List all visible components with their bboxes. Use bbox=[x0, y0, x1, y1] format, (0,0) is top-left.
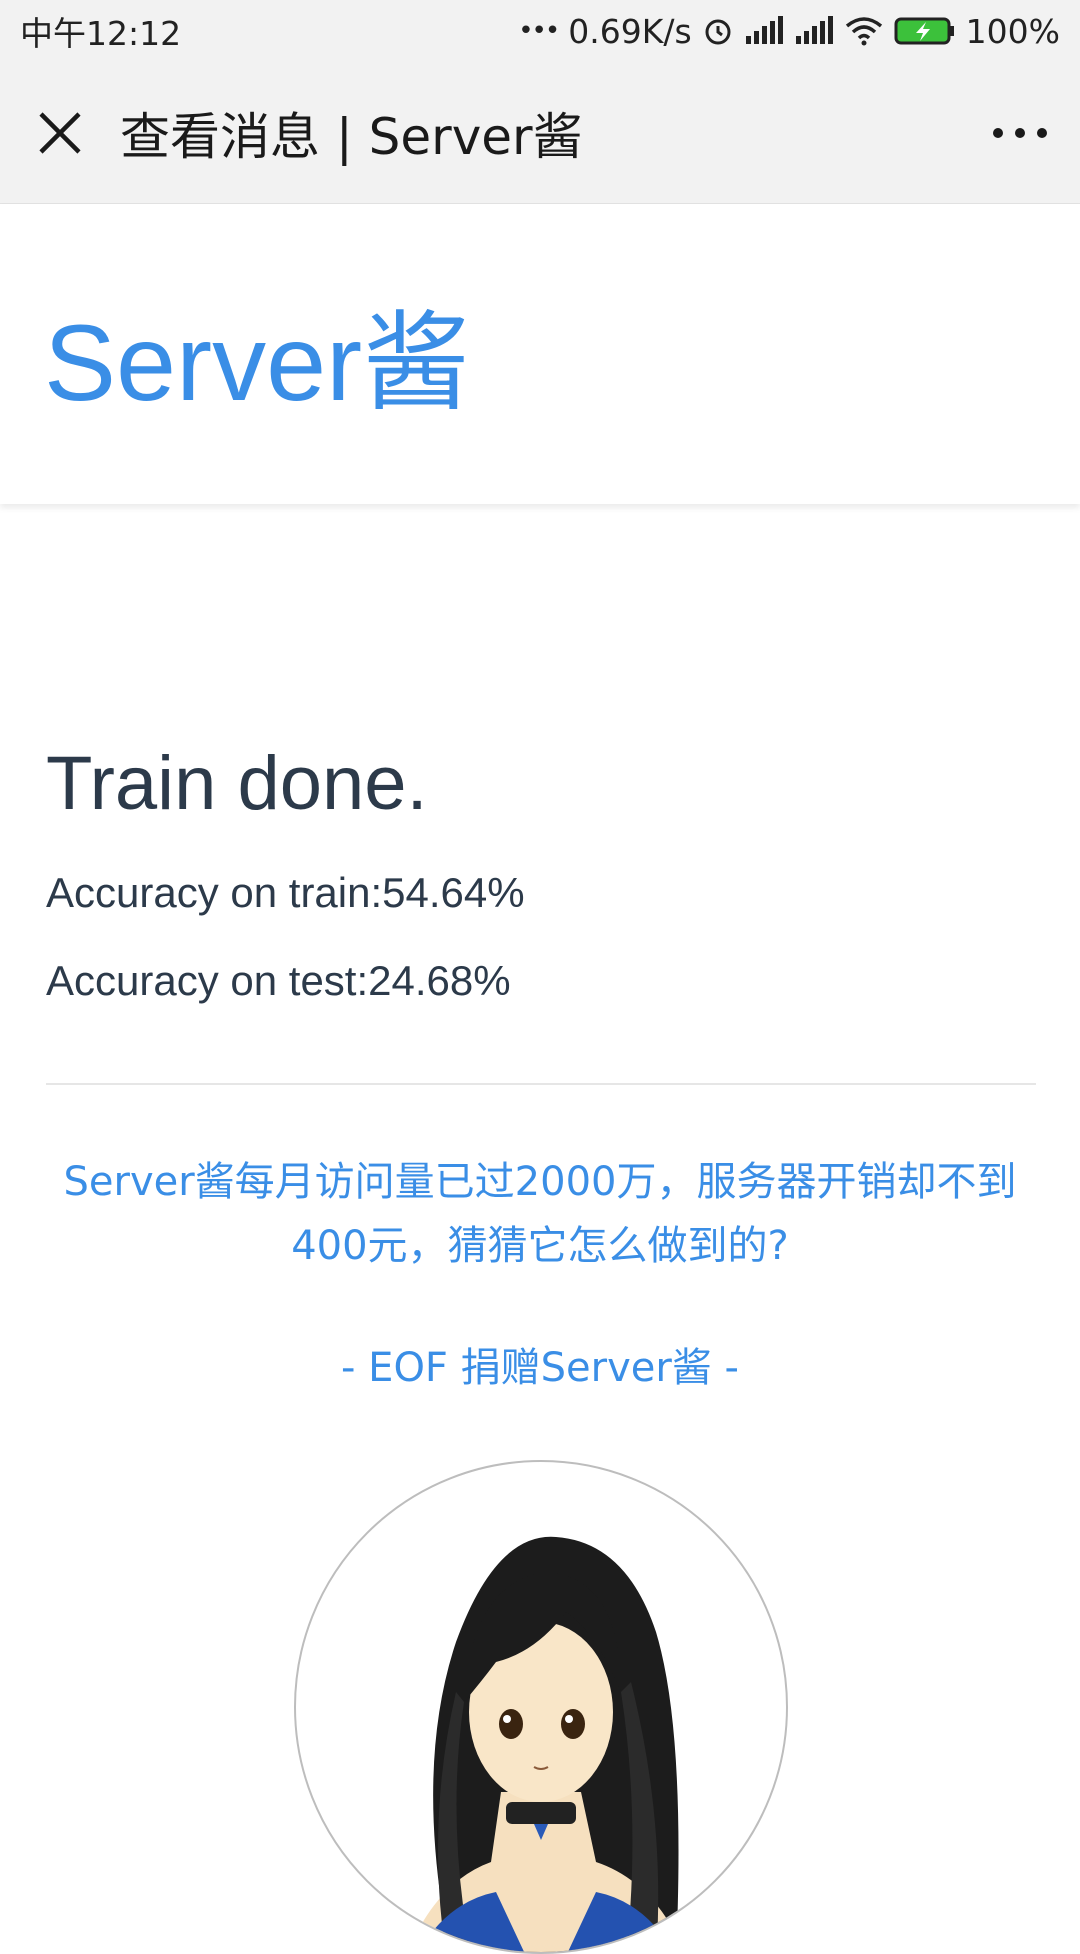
nav-bar: 查看消息 | Server酱 bbox=[0, 62, 1080, 204]
close-button[interactable] bbox=[0, 62, 120, 203]
donate-link[interactable]: - EOF 捐赠Server酱 - bbox=[0, 1335, 1080, 1393]
divider bbox=[46, 1083, 1036, 1085]
wifi-icon bbox=[844, 16, 884, 46]
more-button[interactable] bbox=[960, 62, 1080, 203]
more-notifications-icon: ••• bbox=[518, 16, 560, 46]
signal-icon bbox=[794, 16, 834, 46]
message-title: Train done. bbox=[46, 741, 428, 826]
message-content: Train done. Accuracy on train:54.64% Acc… bbox=[46, 740, 1036, 1005]
message-line: Accuracy on test:24.68% bbox=[46, 957, 511, 1004]
mascot-avatar bbox=[294, 1460, 788, 1954]
promo-link[interactable]: Server酱每月访问量已过2000万，服务器开销却不到400元，猜猜它怎么做到… bbox=[30, 1150, 1050, 1278]
message-line: Accuracy on train:54.64% bbox=[46, 869, 525, 916]
network-speed: 0.69K/s bbox=[568, 11, 692, 51]
more-icon bbox=[993, 127, 1047, 138]
status-icons: ••• 0.69K/s 100% bbox=[518, 12, 1060, 51]
battery-icon bbox=[894, 16, 956, 46]
mascot-illustration bbox=[407, 1536, 685, 1952]
alarm-icon bbox=[702, 15, 734, 47]
status-time: 中午12:12 bbox=[20, 14, 182, 53]
brand-logo-text[interactable]: Server酱 bbox=[44, 276, 470, 432]
page-title: 查看消息 | Server酱 bbox=[120, 107, 583, 166]
close-icon bbox=[39, 111, 81, 154]
battery-level: 100% bbox=[965, 11, 1060, 51]
site-header: Server酱 bbox=[0, 204, 1080, 504]
signal-icon bbox=[744, 16, 784, 46]
status-bar: 中午12:12 ••• 0.69K/s 100% bbox=[0, 0, 1080, 62]
